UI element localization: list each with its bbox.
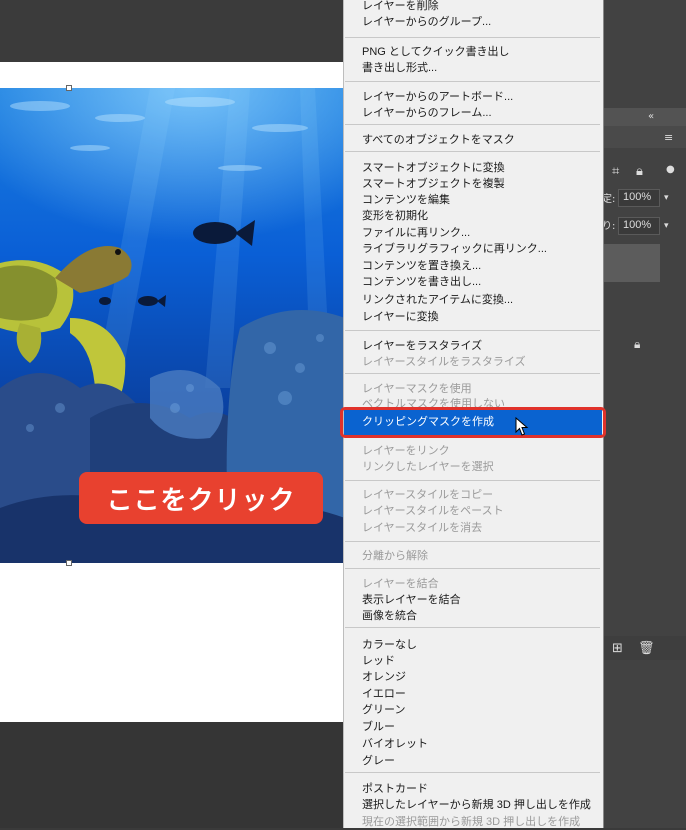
menu-item[interactable]: オレンジ: [362, 669, 406, 685]
menu-separator: [345, 81, 600, 82]
menu-item: レイヤーを結合: [362, 578, 439, 590]
menu-item: レイヤースタイルをラスタライズ: [362, 356, 526, 368]
menu-separator: [345, 373, 600, 374]
click-here-callout: ここをクリック: [79, 472, 323, 524]
menu-separator: [345, 37, 600, 38]
menu-item[interactable]: ライブラリグラフィックに再リンク...: [362, 241, 547, 257]
menu-separator: [345, 568, 600, 569]
menu-item[interactable]: コンテンツを置き換え...: [362, 258, 481, 274]
menu-separator: [345, 541, 600, 542]
menu-item[interactable]: ポストカード: [362, 781, 428, 797]
mouse-cursor-icon: [515, 417, 529, 436]
new-layer-icon[interactable]: ⊞: [612, 642, 623, 655]
menu-item[interactable]: イエロー: [362, 686, 406, 702]
menu-item[interactable]: カラーなし: [362, 637, 417, 653]
workspace-bottom-area: [0, 722, 345, 828]
menu-item[interactable]: リンクされたアイテムに変換...: [362, 292, 513, 308]
menu-item[interactable]: スマートオブジェクトに変換: [362, 160, 505, 176]
menu-separator: [345, 151, 600, 152]
collapse-arrows-icon[interactable]: «: [648, 110, 654, 123]
menu-item[interactable]: コンテンツを書き出し...: [362, 274, 481, 290]
selected-layer-row[interactable]: [602, 244, 660, 282]
menu-item[interactable]: バイオレット: [362, 736, 428, 752]
menu-item[interactable]: レイヤーを削除: [362, 0, 439, 14]
panel-tabs: ≡: [598, 126, 686, 148]
fill-dropdown-icon[interactable]: ▾: [664, 220, 669, 233]
menu-item[interactable]: 画像を統合: [362, 608, 417, 624]
menu-item[interactable]: 選択したレイヤーから新規 3D 押し出しを作成: [362, 797, 591, 813]
menu-separator: [345, 480, 600, 481]
trash-icon[interactable]: 🗑︎: [638, 642, 655, 655]
menu-item[interactable]: ブルー: [362, 719, 395, 735]
menu-item[interactable]: スマートオブジェクトを複製: [362, 176, 505, 192]
menu-item[interactable]: 書き出し形式...: [362, 60, 437, 76]
menu-separator: [345, 627, 600, 628]
menu-item[interactable]: PNG としてクイック書き出し: [362, 44, 510, 60]
menu-item[interactable]: 表示レイヤーを結合: [362, 592, 461, 608]
menu-item[interactable]: レイヤーからのアートボード...: [362, 89, 513, 105]
lock-all-icon[interactable]: 🔒︎: [636, 165, 643, 178]
lock-artboard-icon[interactable]: ⌗: [612, 165, 619, 178]
fill-field[interactable]: 100%: [618, 217, 660, 235]
panel-footer: ⊞ 🗑︎: [598, 636, 686, 660]
menu-item: 分離から解除: [362, 550, 428, 562]
menu-item: リンクしたレイヤーを選択: [362, 461, 494, 473]
menu-item[interactable]: レイヤーからのグループ...: [362, 14, 491, 30]
menu-item[interactable]: コンテンツを編集: [362, 192, 450, 208]
panel-menu-icon[interactable]: ≡: [664, 131, 673, 144]
menu-item[interactable]: グリーン: [362, 702, 405, 718]
layers-panel: « ≡ ⌗ 🔒︎ ● 定: 100% ▾ り: 100% ▾ 🔒︎ ⊞ 🗑︎: [598, 0, 686, 828]
menu-item[interactable]: すべてのオブジェクトをマスク: [362, 132, 515, 148]
menu-item[interactable]: レッド: [362, 653, 395, 669]
menu-separator: [345, 330, 600, 331]
menu-item: レイヤーマスクを使用: [362, 383, 472, 395]
menu-separator: [345, 124, 600, 125]
menu-separator: [345, 772, 600, 773]
layer-lock-icon: 🔒︎: [634, 337, 641, 351]
menu-item: レイヤースタイルをペースト: [362, 505, 504, 517]
transform-handle-top[interactable]: [66, 85, 72, 91]
menu-item[interactable]: ファイルに再リンク...: [362, 225, 470, 241]
menu-item: レイヤーをリンク: [362, 445, 450, 457]
panel-header: «: [598, 108, 686, 126]
menu-item[interactable]: 変形を初期化: [362, 208, 428, 224]
opacity-label: 定:: [602, 194, 616, 205]
panel-dot-icon: ●: [666, 164, 675, 175]
opacity-dropdown-icon[interactable]: ▾: [664, 192, 669, 205]
menu-item[interactable]: グレー: [362, 753, 395, 769]
menu-item: レイヤースタイルを消去: [362, 522, 483, 534]
opacity-field[interactable]: 100%: [618, 189, 660, 207]
transform-handle-bottom[interactable]: [66, 560, 72, 566]
fill-label: り:: [602, 221, 616, 232]
menu-item[interactable]: レイヤーに変換: [362, 309, 439, 325]
menu-item[interactable]: レイヤーからのフレーム...: [362, 105, 492, 121]
menu-item: レイヤースタイルをコピー: [362, 489, 494, 501]
annotation-outline: [340, 407, 606, 438]
menu-item[interactable]: レイヤーをラスタライズ: [362, 338, 482, 354]
